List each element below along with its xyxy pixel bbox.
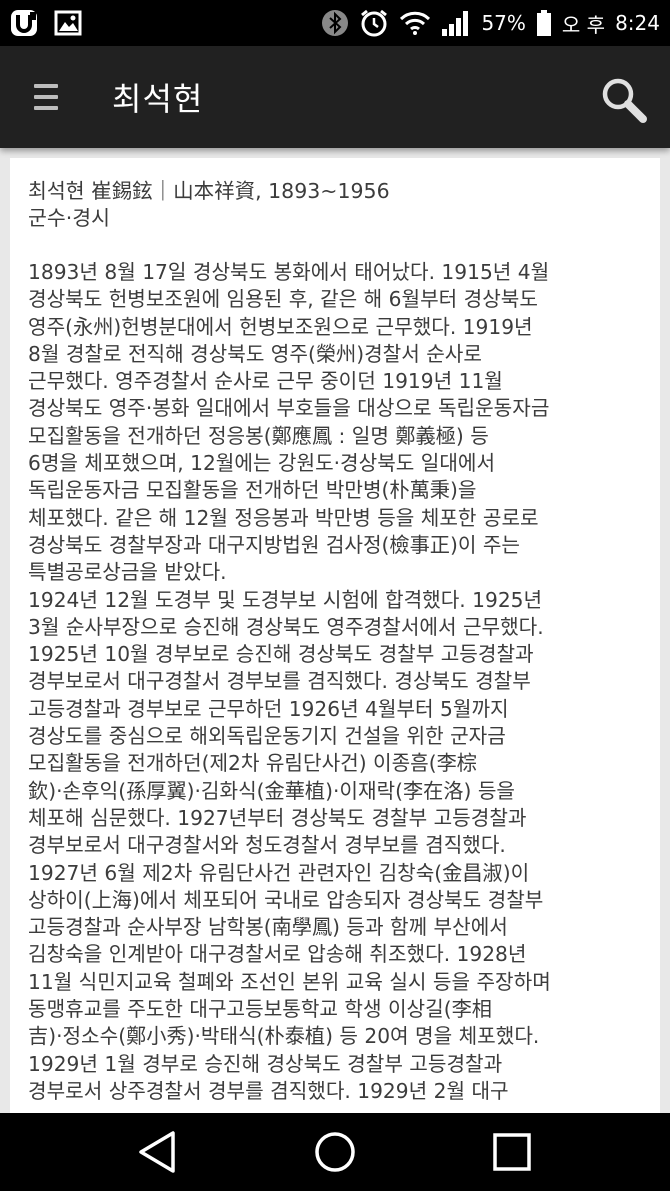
signal-icon (441, 9, 471, 37)
article-body-line: 1893년 8월 17일 경상북도 봉화에서 태어났다. 1915년 4월 (28, 260, 550, 284)
article-body-line: 경부로서 상주경찰서 경부를 겸직했다. 1929년 2월 대구 (28, 1078, 509, 1103)
article-body-line: 고등경찰과 경부보로 근무하던 1926년 4월부터 5월까지 (28, 696, 509, 721)
navigation-bar (0, 1113, 670, 1191)
article-heading-line: 최석현 崔錫鉉｜山本祥資, 1893~1956 (28, 179, 390, 203)
article-body-line: 1924년 12월 도경부 및 도경부보 시험에 합격했다. 1925년 (28, 587, 543, 612)
article-body-line: 근무했다. 영주경찰서 순사로 근무 중이던 1919년 11월 (28, 369, 503, 394)
article-body-line: 체포했다. 같은 해 12월 정응봉과 박만병 등을 체포한 공로로 (28, 505, 539, 530)
article-body-line: 1929년 1월 경부로 승진해 경상북도 경찰부 고등경찰과 (28, 1051, 503, 1076)
app-bar: 최석현 (0, 46, 670, 148)
article-body-line: 경상북도 경찰부장과 대구지방법원 검사정(檢事正)이 주는 (28, 532, 521, 557)
search-icon[interactable] (600, 76, 650, 126)
article-body-line: 1927년 6월 제2차 유림단사건 관련자인 김창숙(金昌淑)이 (28, 860, 530, 885)
article-body-line: 1925년 10월 경부보로 승진해 경상북도 경찰부 고등경찰과 (28, 642, 534, 667)
article-body-line: 영주(永州)헌병분대에서 헌병보조원으로 근무했다. 1919년 (28, 314, 533, 339)
article-body-line: 모집활동을 전개하던 정응봉(鄭應鳳 : 일명 鄭義極) 등 (28, 423, 489, 448)
article-body-line: 동맹휴교를 주도한 대구고등보통학교 학생 이상길(李相 (28, 997, 492, 1022)
article-body-line: 경부보로서 대구경찰서 경부보를 겸직했다. 경상북도 경찰부 (28, 669, 531, 694)
article-content: 최석현 崔錫鉉｜山本祥資, 1893~1956 군수·경시 1893년 8월 17… (10, 158, 660, 1113)
article-body-line: 欽)·손후익(孫厚翼)·김화식(金華植)·이재락(李在洛) 등을 (28, 778, 515, 803)
article-body-line: 경상북도 헌병보조원에 임용된 후, 같은 해 6월부터 경상북도 (28, 287, 538, 312)
article-heading: 최석현 崔錫鉉｜山本祥資, 1893~1956 군수·경시 (28, 178, 642, 232)
page-title: 최석현 (112, 80, 204, 118)
article-body-line: 경상북도 영주·봉화 일대에서 부호들을 대상으로 독립운동자금 (28, 396, 550, 421)
article-heading-line: 군수·경시 (28, 206, 110, 230)
article-body: 1893년 8월 17일 경상북도 봉화에서 태어났다. 1915년 4월경상북… (28, 259, 642, 1105)
article-body-line: 경상도를 중심으로 해외독립운동기지 건설을 위한 군자금 (28, 724, 506, 749)
article-body-line: 독립운동자금 모집활동을 전개하던 박만병(朴萬秉)을 (28, 478, 477, 503)
article-body-line: 김창숙을 인계받아 대구경찰서로 압송해 취조했다. 1928년 (28, 942, 527, 967)
alarm-icon (359, 8, 389, 38)
article-body-line: 3월 순사부장으로 승진해 경상북도 영주경찰서에서 근무했다. (28, 614, 544, 639)
home-icon[interactable] (310, 1127, 360, 1177)
gallery-icon (54, 10, 82, 36)
article-body-line: 고등경찰과 순사부장 남학봉(南學鳳) 등과 함께 부산에서 (28, 915, 508, 940)
article-body-line: 경부보로서 대구경찰서와 청도경찰서 경부보를 겸직했다. (28, 833, 506, 858)
article-body-line: 체포해 심문했다. 1927년부터 경상북도 경찰부 고등경찰과 (28, 805, 527, 830)
app-u-icon (10, 9, 40, 37)
bluetooth-icon (321, 9, 349, 37)
article-body-line: 모집활동을 전개하던(제2차 유림단사건) 이종흠(李棕 (28, 751, 477, 776)
status-time: 8:24 (615, 11, 660, 35)
article-body-line: 8월 경찰로 전직해 경상북도 영주(榮州)경찰서 순사로 (28, 341, 482, 366)
status-ampm: 오 후 (561, 12, 606, 37)
article-body-line: 吉)·정소수(鄭小秀)·박태식(朴泰植) 등 20여 명을 체포했다. (28, 1024, 540, 1049)
back-icon[interactable] (133, 1127, 183, 1177)
wifi-icon (399, 10, 431, 36)
status-bar: 57% 오 후 8:24 (0, 0, 670, 46)
recents-icon[interactable] (487, 1127, 537, 1177)
article-body-line: 특별공로상금을 받았다. (28, 560, 227, 585)
battery-percent: 57% (481, 11, 526, 35)
article-body-line: 6명을 체포했으며, 12월에는 강원도·경상북도 일대에서 (28, 451, 496, 476)
article-body-line: 상하이(上海)에서 체포되어 국내로 압송되자 경상북도 경찰부 (28, 887, 544, 912)
article-body-line: 11월 식민지교육 철폐와 조선인 본위 교육 실시 등을 주장하며 (28, 969, 551, 994)
menu-icon[interactable] (34, 84, 58, 112)
battery-icon (536, 9, 552, 37)
